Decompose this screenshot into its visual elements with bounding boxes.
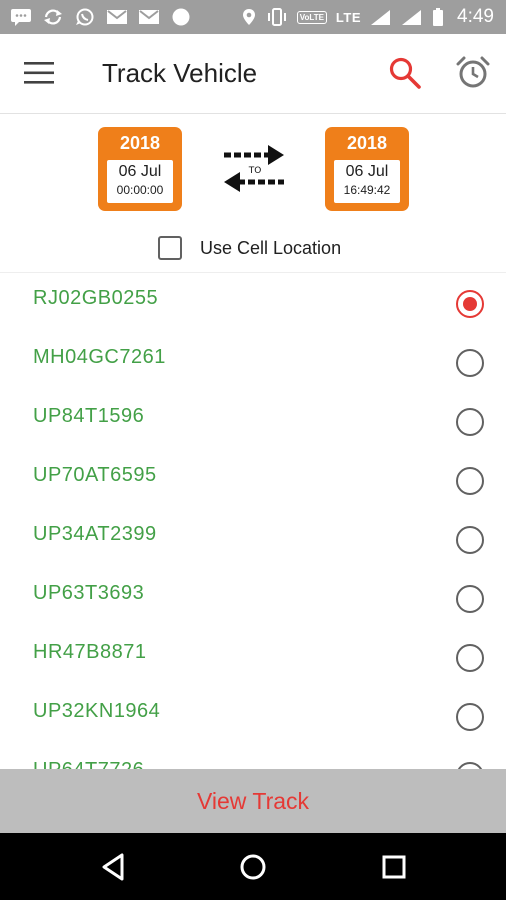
swap-arrows-icon[interactable]: TO <box>220 142 288 196</box>
list-item[interactable]: UP34AT2399 <box>0 509 506 568</box>
signal-icon <box>401 8 423 26</box>
circle-icon <box>170 8 192 26</box>
home-icon[interactable] <box>235 849 271 885</box>
vehicle-number: MH04GC7261 <box>33 346 166 368</box>
back-icon[interactable] <box>96 849 132 885</box>
vehicle-number: UP32KN1964 <box>33 700 161 722</box>
sync-icon <box>42 8 64 26</box>
vehicle-number: UP34AT2399 <box>33 523 157 545</box>
location-icon <box>241 8 257 26</box>
vehicle-number: UP84T1596 <box>33 405 145 427</box>
radio-button[interactable] <box>456 290 484 318</box>
vehicle-number: UP63T3693 <box>33 582 145 604</box>
use-cell-location-label: Use Cell Location <box>200 237 342 258</box>
view-track-label: View Track <box>196 787 310 814</box>
to-date-inner: 06 Jul 16:49:42 <box>334 160 400 203</box>
battery-icon <box>432 8 444 26</box>
vehicle-number: HR47B8871 <box>33 641 147 663</box>
gmail-icon <box>106 8 128 26</box>
navigation-bar <box>0 833 506 900</box>
list-item[interactable]: MH04GC7261 <box>0 332 506 391</box>
from-date: 06 Jul <box>118 163 162 180</box>
radio-button[interactable] <box>456 762 484 769</box>
network-type: LTE <box>335 9 362 25</box>
vibrate-icon <box>266 8 288 26</box>
list-item[interactable]: UP64T7726 <box>0 745 506 769</box>
whatsapp-icon <box>74 8 96 26</box>
status-time: 4:49 <box>457 6 494 27</box>
radio-button[interactable] <box>456 526 484 554</box>
to-label: TO <box>248 166 262 176</box>
from-year: 2018 <box>119 133 161 153</box>
vehicle-number: UP64T7726 <box>33 759 144 769</box>
list-item[interactable]: UP70AT6595 <box>0 450 506 509</box>
from-date-picker[interactable]: 2018 06 Jul 00:00:00 <box>98 127 182 211</box>
search-icon[interactable] <box>388 56 422 90</box>
radio-button[interactable] <box>456 408 484 436</box>
use-cell-location-checkbox[interactable] <box>158 236 182 260</box>
volte-icon: VoLTE <box>296 10 327 24</box>
use-cell-location-option[interactable]: Use Cell Location <box>158 236 341 260</box>
vehicle-number: RJ02GB0255 <box>33 287 159 309</box>
signal-icon <box>370 8 392 26</box>
view-track-button[interactable]: View Track <box>0 769 506 833</box>
alarm-icon[interactable] <box>456 56 490 90</box>
list-item[interactable]: HR47B8871 <box>0 627 506 686</box>
list-item[interactable]: UP63T3693 <box>0 568 506 627</box>
from-date-inner: 06 Jul 00:00:00 <box>107 160 173 203</box>
list-item[interactable]: UP32KN1964 <box>0 686 506 745</box>
radio-button[interactable] <box>456 644 484 672</box>
menu-icon[interactable] <box>24 62 54 84</box>
to-time: 16:49:42 <box>343 183 391 197</box>
to-date: 06 Jul <box>345 163 389 180</box>
vehicle-list[interactable]: RJ02GB0255 MH04GC7261 UP84T1596 UP70AT65… <box>0 272 506 769</box>
radio-button[interactable] <box>456 585 484 613</box>
message-icon <box>10 8 32 26</box>
recents-icon[interactable] <box>376 849 412 885</box>
list-item[interactable]: UP84T1596 <box>0 391 506 450</box>
from-time: 00:00:00 <box>116 183 164 197</box>
to-date-picker[interactable]: 2018 06 Jul 16:49:42 <box>325 127 409 211</box>
gmail-icon <box>138 8 160 26</box>
radio-button[interactable] <box>456 703 484 731</box>
status-bar: VoLTE LTE 4:49 <box>0 0 506 34</box>
page-title: Track Vehicle <box>102 58 258 88</box>
app-bar: Track Vehicle <box>0 34 506 114</box>
radio-button[interactable] <box>456 349 484 377</box>
radio-button[interactable] <box>456 467 484 495</box>
to-year: 2018 <box>346 133 388 153</box>
list-item[interactable]: RJ02GB0255 <box>0 273 506 332</box>
vehicle-number: UP70AT6595 <box>33 464 157 486</box>
